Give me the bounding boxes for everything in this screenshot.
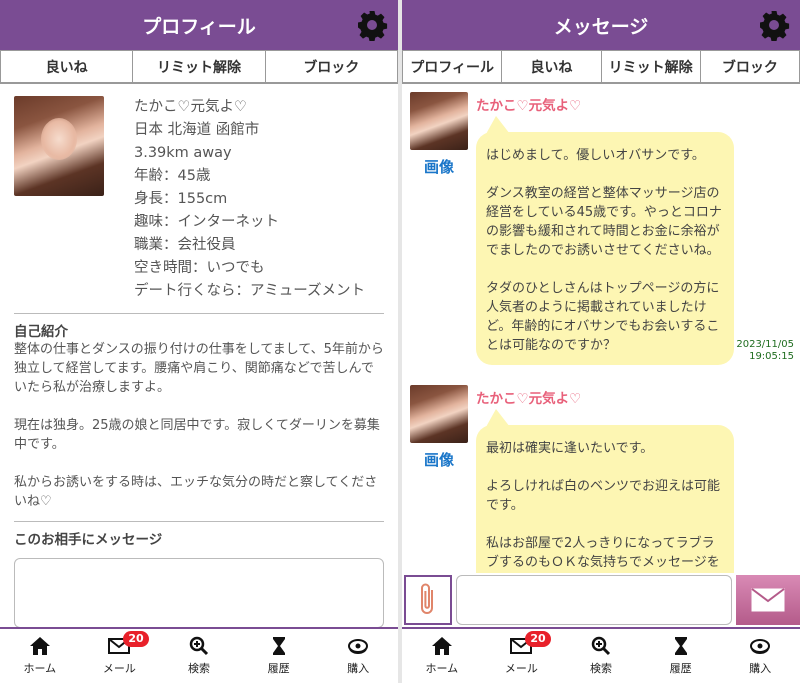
message-bubble: はじめまして。優しいオバサンです。 ダンス教室の経営と整体マッサージ店の経営をし… [476, 116, 734, 365]
mail-badge: 20 [123, 631, 149, 647]
nav-label: 購入 [749, 662, 772, 675]
nav-label: 履歴 [267, 662, 290, 675]
profile-name: たかこ♡元気よ♡ [134, 99, 247, 115]
gear-icon[interactable] [356, 9, 388, 41]
message-body: たかこ♡元気よ♡ 最初は確実に逢いたいです。 よろしければ白のベンツでお迎えは可… [476, 385, 794, 601]
profile-distance: 3.39km away [134, 145, 232, 161]
attach-button[interactable] [404, 575, 452, 625]
image-link[interactable]: 画像 [424, 156, 454, 177]
profile-screen: プロフィール 良いね リミット解除 ブロック たかこ♡元気よ♡ 日本 北海道 函… [0, 0, 398, 683]
message-section-title: このお相手にメッセージ [14, 532, 163, 548]
home-icon [29, 637, 50, 655]
message-sender-column: 画像 [408, 385, 470, 601]
intro-title: 自己紹介 [14, 324, 68, 340]
avatar[interactable] [410, 385, 468, 443]
bottom-nav: ホーム 20 メール 検索 履歴 購入 [0, 627, 398, 683]
avatar[interactable] [14, 96, 104, 196]
message-textarea[interactable] [14, 558, 384, 628]
mail-badge: 20 [525, 631, 551, 647]
profile-age: 年齢：45歳 [134, 168, 211, 184]
tab-like[interactable]: 良いね [502, 50, 602, 83]
tab-limit-release[interactable]: リミット解除 [133, 50, 266, 83]
gear-icon[interactable] [758, 9, 790, 41]
paperclip-icon [421, 583, 433, 614]
intro-section: 自己紹介 整体の仕事とダンスの振り付けの仕事をしてまして、5年前から独立して経営… [14, 313, 384, 511]
profile-date: デート行くなら：アミューズメント [134, 283, 365, 299]
nav-history[interactable]: 履歴 [239, 629, 319, 683]
message-timestamp: 2023/11/05 19:05:15 [736, 339, 794, 363]
sender-name: たかこ♡元気よ♡ [476, 98, 582, 114]
profile-info: たかこ♡元気よ♡ 日本 北海道 函館市 3.39km away 年齢：45歳 身… [134, 96, 374, 303]
compose-bar [402, 573, 800, 627]
nav-home[interactable]: ホーム [0, 629, 80, 683]
avatar[interactable] [410, 92, 468, 150]
nav-purchase[interactable]: 購入 [720, 629, 800, 683]
message-item: 画像 たかこ♡元気よ♡ 最初は確実に逢いたいです。 よろしければ白のベンツでお迎… [408, 385, 794, 601]
tab-limit-release[interactable]: リミット解除 [601, 50, 701, 83]
nav-search[interactable]: 検索 [561, 629, 641, 683]
profile-height: 身長：155cm [134, 191, 228, 207]
profile-location: 日本 北海道 函館市 [134, 122, 260, 138]
message-section: このお相手にメッセージ [14, 521, 384, 548]
home-icon [431, 637, 452, 655]
nav-label: メール [504, 662, 538, 675]
message-screen: メッセージ プロフィール 良いね リミット解除 ブロック 画像 たかこ♡元気よ♡… [402, 0, 800, 683]
page-title: メッセージ [553, 15, 649, 38]
nav-mail[interactable]: 20 メール [482, 629, 562, 683]
tab-like[interactable]: 良いね [0, 50, 134, 83]
nav-mail[interactable]: 20 メール [80, 629, 160, 683]
tab-block[interactable]: ブロック [265, 50, 398, 83]
profile-free-time: 空き時間：いつでも [134, 260, 265, 276]
message-sender-column: 画像 [408, 92, 470, 365]
nav-label: 購入 [347, 662, 370, 675]
profile-summary: たかこ♡元気よ♡ 日本 北海道 函館市 3.39km away 年齢：45歳 身… [0, 84, 398, 303]
profile-tabs: 良いね リミット解除 ブロック [0, 50, 398, 84]
message-input[interactable] [456, 575, 732, 625]
message-item: 画像 たかこ♡元気よ♡ はじめまして。優しいオバサンです。 ダンス教室の経営と整… [408, 92, 794, 365]
message-list: 画像 たかこ♡元気よ♡ はじめまして。優しいオバサンです。 ダンス教室の経営と整… [402, 84, 800, 601]
message-date: 2023/11/05 [736, 339, 794, 350]
message-body: たかこ♡元気よ♡ はじめまして。優しいオバサンです。 ダンス教室の経営と整体マッ… [476, 92, 794, 365]
send-mail-icon [751, 588, 785, 612]
search-icon [591, 636, 611, 656]
nav-home[interactable]: ホーム [402, 629, 482, 683]
coin-icon [348, 639, 369, 654]
send-button[interactable] [736, 575, 800, 625]
nav-purchase[interactable]: 購入 [318, 629, 398, 683]
nav-history[interactable]: 履歴 [641, 629, 721, 683]
hourglass-icon [674, 637, 687, 655]
tab-profile[interactable]: プロフィール [402, 50, 503, 83]
hourglass-icon [272, 637, 285, 655]
profile-hobby: 趣味：インターネット [134, 214, 279, 230]
coin-icon [750, 639, 771, 654]
message-header: メッセージ [402, 0, 800, 50]
nav-label: ホーム [23, 662, 57, 675]
profile-header: プロフィール [0, 0, 398, 50]
nav-label: ホーム [425, 662, 459, 675]
profile-job: 職業：会社役員 [134, 237, 236, 253]
nav-search[interactable]: 検索 [159, 629, 239, 683]
nav-label: 履歴 [669, 662, 692, 675]
message-tabs: プロフィール 良いね リミット解除 ブロック [402, 50, 800, 84]
message-time: 19:05:15 [749, 351, 794, 362]
nav-label: 検索 [589, 662, 612, 675]
bottom-nav: ホーム 20 メール 検索 履歴 購入 [402, 627, 800, 683]
sender-name: たかこ♡元気よ♡ [476, 391, 582, 407]
tab-block[interactable]: ブロック [700, 50, 800, 83]
page-title: プロフィール [142, 15, 256, 38]
nav-label: メール [102, 662, 136, 675]
nav-label: 検索 [187, 662, 210, 675]
intro-text: 整体の仕事とダンスの振り付けの仕事をしてまして、5年前から独立して経営してます。… [14, 342, 384, 509]
search-icon [189, 636, 209, 656]
image-link[interactable]: 画像 [424, 449, 454, 470]
